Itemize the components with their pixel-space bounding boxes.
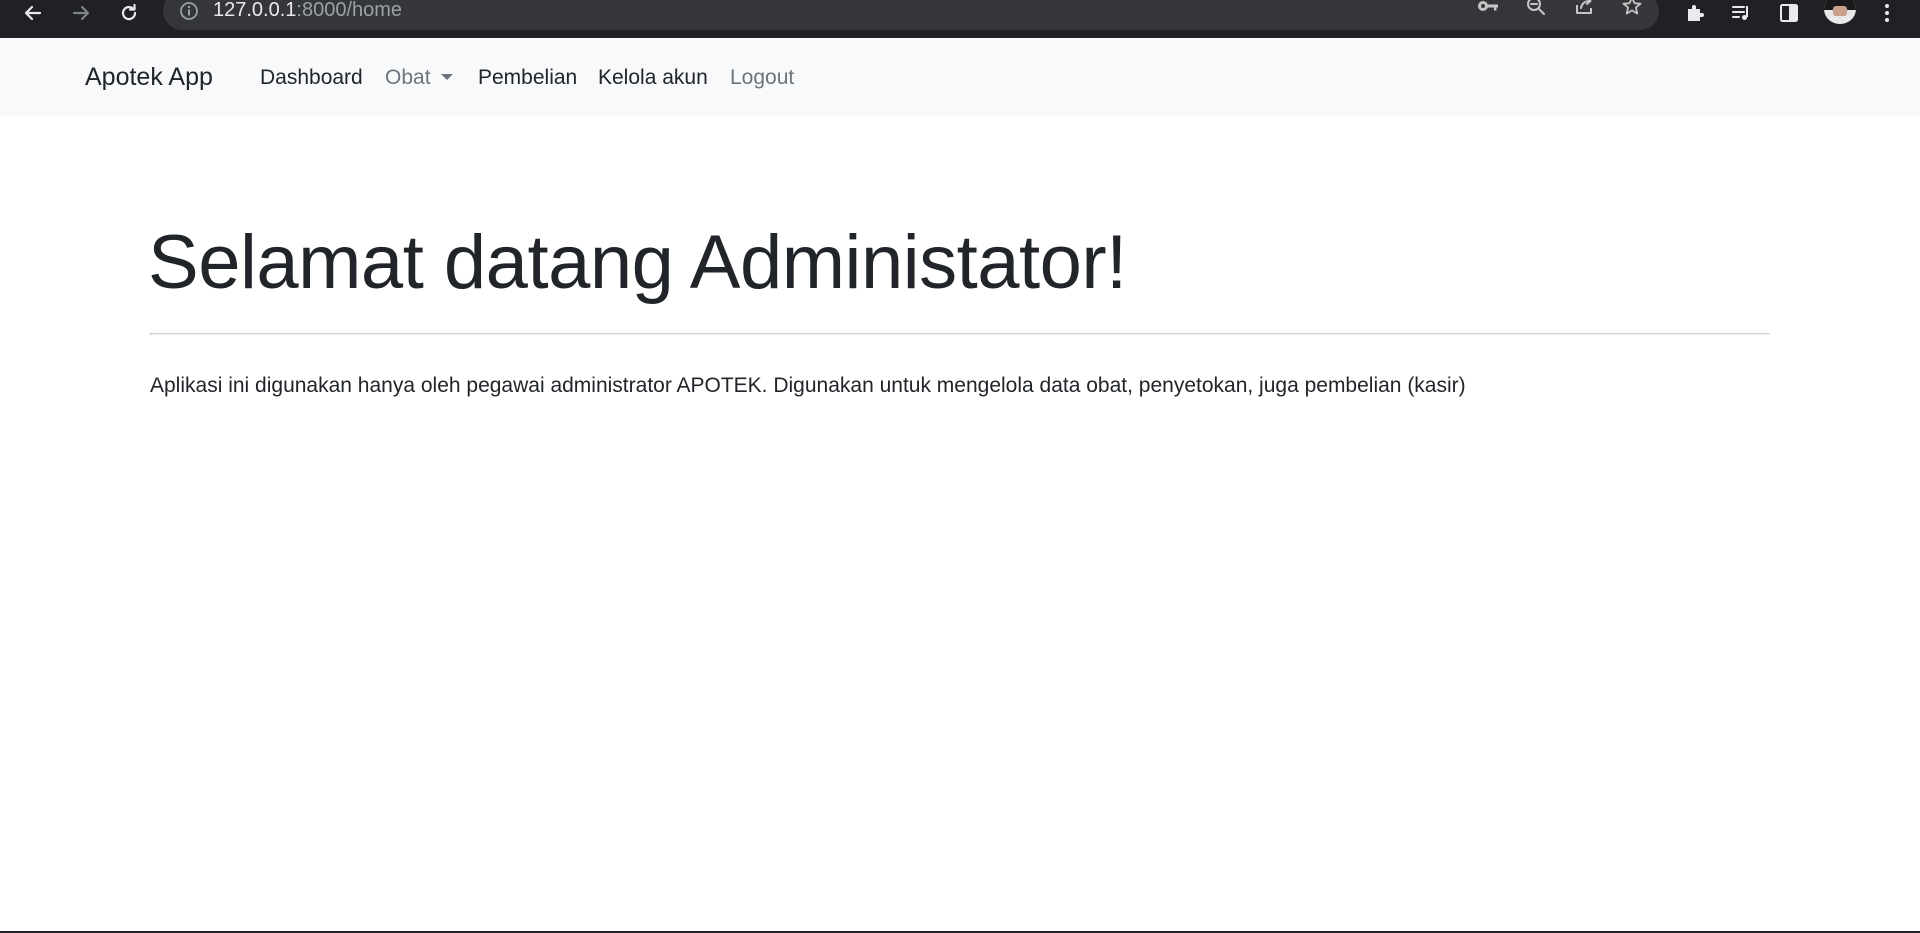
- share-icon[interactable]: [1569, 0, 1599, 18]
- navbar: Apotek App Dashboard Obat Pembelian Kelo…: [0, 38, 1920, 116]
- media-queue-button[interactable]: [1724, 0, 1758, 28]
- back-arrow-icon: [24, 5, 42, 21]
- url-host: 127.0.0.1: [213, 0, 297, 21]
- side-panel-icon: [1780, 4, 1798, 22]
- nav-item-kelola-akun[interactable]: Kelola akun: [598, 65, 708, 90]
- address-bar[interactable]: 127.0.0.1:8000/home: [163, 0, 1659, 30]
- nav-item-logout[interactable]: Logout: [730, 65, 794, 90]
- media-queue-icon: [1732, 6, 1748, 20]
- nav-item-dashboard[interactable]: Dashboard: [260, 65, 363, 90]
- page-description: Aplikasi ini digunakan hanya oleh pegawa…: [150, 374, 1466, 397]
- extensions-icon: [1688, 5, 1704, 21]
- avatar-face: [1833, 6, 1847, 16]
- browser-toolbar: 127.0.0.1:8000/home: [0, 0, 1920, 38]
- avatar[interactable]: [1824, 0, 1856, 24]
- extensions-button[interactable]: [1678, 0, 1712, 28]
- url-path: :8000/home: [296, 0, 403, 21]
- forward-button[interactable]: [64, 0, 98, 28]
- zoom-out-icon[interactable]: [1521, 0, 1551, 18]
- nav-item-obat-dropdown[interactable]: Obat: [385, 65, 453, 90]
- divider: [150, 333, 1770, 335]
- reload-button[interactable]: [112, 0, 146, 28]
- side-panel-button[interactable]: [1772, 0, 1806, 28]
- info-icon[interactable]: [179, 1, 199, 21]
- navbar-brand[interactable]: Apotek App: [85, 62, 213, 92]
- nav-item-pembelian[interactable]: Pembelian: [478, 65, 577, 90]
- kebab-menu-icon: [1885, 4, 1889, 22]
- star-icon[interactable]: [1617, 0, 1647, 18]
- nav-item-obat-label: Obat: [385, 66, 431, 89]
- page-title: Selamat datang Administator!: [148, 220, 1127, 305]
- url-text[interactable]: 127.0.0.1:8000/home: [213, 0, 402, 21]
- key-icon[interactable]: [1473, 0, 1503, 18]
- reload-icon: [121, 3, 137, 21]
- back-button[interactable]: [16, 0, 50, 28]
- menu-button[interactable]: [1870, 0, 1904, 28]
- forward-arrow-icon: [72, 5, 90, 21]
- caret-down-icon: [440, 74, 453, 80]
